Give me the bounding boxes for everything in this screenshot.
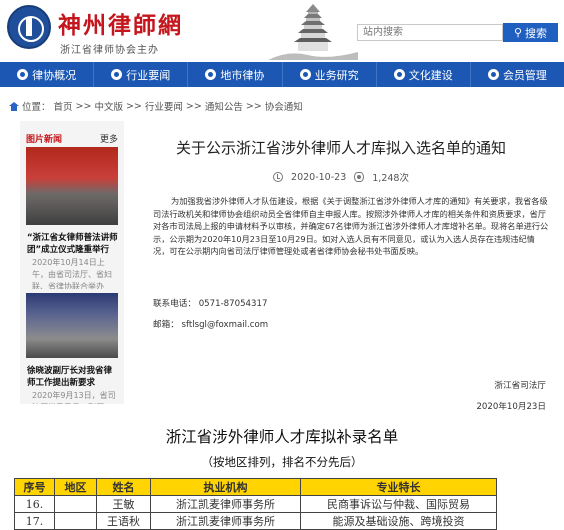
- nav-item-culture[interactable]: 文化建设: [377, 62, 471, 87]
- search-button[interactable]: ⚲ 搜索: [503, 23, 558, 42]
- candidate-table: 序号 地区 姓名 执业机构 专业特长 16. 王敏 浙江凯麦律师事务所 民商事诉…: [14, 478, 497, 530]
- breadcrumb-home[interactable]: 首页: [54, 99, 73, 113]
- nav-label: 律协概况: [32, 68, 77, 82]
- column-header: 执业机构: [150, 478, 301, 496]
- news-photo-1[interactable]: [26, 147, 118, 225]
- breadcrumb-sep: >>: [245, 100, 262, 112]
- nav-label: 文化建设: [408, 68, 453, 82]
- news-desc-2: 2020年9月13日，省司法厅党委委员、副厅长、省律协党委书记徐...: [32, 391, 116, 404]
- breadcrumb: 位置： 首页 >> 中文版 >> 行业要闻 >> 通知公告 >> 协会通知: [9, 99, 303, 113]
- article-sign-date: 2020年10月23日: [476, 402, 546, 412]
- column-header: 专业特长: [300, 478, 497, 496]
- member-icon: [487, 69, 499, 80]
- list-subtitle: （按地区排列，排名不分先后）: [201, 455, 363, 469]
- nav-item-members[interactable]: 会员管理: [471, 62, 564, 87]
- table-cell: 民商事诉讼与仲裁、国际贸易: [300, 495, 497, 513]
- list-title: 浙江省涉外律师人才库拟补录名单: [165, 428, 399, 446]
- nav-item-about[interactable]: 律协概况: [0, 62, 95, 87]
- nav-item-research[interactable]: 业务研究: [283, 62, 377, 87]
- article-body: 为加强我省涉外律师人才队伍建设，根据《关于调整浙江省涉外律师人才库的通知》有关要…: [153, 196, 549, 256]
- news-title-2[interactable]: 徐晓波副厅长对我省律师工作提出新要求: [27, 365, 119, 389]
- news-photo-2[interactable]: [26, 293, 118, 358]
- photo-news-heading: 图片新闻: [26, 135, 63, 145]
- search-button-label: 搜索: [525, 27, 548, 40]
- home-circle-icon: [17, 69, 29, 80]
- article-meta: 2020-10-23 1,248次: [134, 170, 548, 184]
- table-cell: 王敏: [96, 495, 151, 513]
- news-desc-1: 2020年10月14日上午，由省司法厅、省妇联、省律协联合举办的“浙江省女律师普…: [32, 258, 112, 289]
- logo-emblem-icon[interactable]: [7, 5, 51, 49]
- breadcrumb-chinese[interactable]: 中文版: [94, 99, 123, 113]
- nav-label: 会员管理: [502, 68, 547, 82]
- nav-label: 行业要闻: [126, 68, 171, 82]
- clock-icon: [273, 172, 284, 182]
- article-views: 1,248次: [372, 173, 409, 184]
- column-header: 地区: [54, 478, 97, 496]
- table-cell: 王语秋: [96, 512, 151, 530]
- search-icon: ⚲: [513, 27, 523, 39]
- nav-item-news[interactable]: 行业要闻: [94, 62, 189, 87]
- breadcrumb-association[interactable]: 协会通知: [265, 99, 303, 113]
- breadcrumb-sep: >>: [75, 100, 92, 112]
- culture-icon: [393, 69, 405, 80]
- breadcrumb-prefix: 位置：: [22, 102, 51, 113]
- table-cell: 16.: [14, 495, 55, 513]
- breadcrumb-sep: >>: [185, 100, 202, 112]
- nav-label: 业务研究: [314, 68, 359, 82]
- news-icon: [111, 69, 123, 80]
- table-cell: [54, 495, 97, 513]
- table-cell: 能源及基础设施、跨境投资: [300, 512, 497, 530]
- site-header: 神州律師網 浙江省律师协会主办 ⚲ 搜索: [0, 0, 564, 62]
- eye-icon: [354, 172, 365, 182]
- table-cell: 浙江凯麦律师事务所: [150, 495, 301, 513]
- breadcrumb-notices[interactable]: 通知公告: [205, 99, 243, 113]
- table-cell: [54, 512, 97, 530]
- contact-email: 邮箱： sftlsgl@foxmail.com: [153, 320, 269, 330]
- article-signature: 浙江省司法厅: [494, 381, 546, 391]
- table-header-row: 序号 地区 姓名 执业机构 专业特长: [14, 478, 497, 496]
- home-icon: [9, 101, 19, 111]
- breadcrumb-sep: >>: [125, 100, 142, 112]
- column-header: 姓名: [96, 478, 151, 496]
- news-title-1[interactable]: “浙江省女律师普法讲师团”成立仪式隆重举行: [27, 232, 119, 256]
- article-date: 2020-10-23: [291, 171, 347, 183]
- pagoda-banner-image: [268, 4, 358, 60]
- column-header: 序号: [14, 478, 55, 496]
- table-row: 17. 王语秋 浙江凯麦律师事务所 能源及基础设施、跨境投资: [14, 512, 497, 530]
- table-cell: 17.: [14, 512, 55, 530]
- table-row: 16. 王敏 浙江凯麦律师事务所 民商事诉讼与仲裁、国际贸易: [14, 495, 497, 513]
- photo-news-panel: 图片新闻 更多 “浙江省女律师普法讲师团”成立仪式隆重举行 2020年10月14…: [20, 121, 124, 404]
- breadcrumb-news[interactable]: 行业要闻: [145, 99, 183, 113]
- article-title: 关于公示浙江省涉外律师人才库拟入选名单的通知: [175, 139, 506, 157]
- contact-phone: 联系电话： 0571-87054317: [153, 299, 268, 309]
- nav-item-local[interactable]: 地市律协: [188, 62, 283, 87]
- table-cell: 浙江凯麦律师事务所: [150, 512, 301, 530]
- main-nav: 律协概况 行业要闻 地市律协 业务研究 文化建设 会员管理: [0, 62, 564, 87]
- location-icon: [205, 69, 217, 80]
- research-icon: [299, 69, 311, 80]
- site-title[interactable]: 神州律師網: [58, 6, 183, 40]
- site-subtitle: 浙江省律师协会主办: [60, 45, 159, 56]
- search-input[interactable]: [357, 24, 503, 41]
- more-link[interactable]: 更多: [100, 132, 118, 145]
- nav-label: 地市律协: [220, 68, 265, 82]
